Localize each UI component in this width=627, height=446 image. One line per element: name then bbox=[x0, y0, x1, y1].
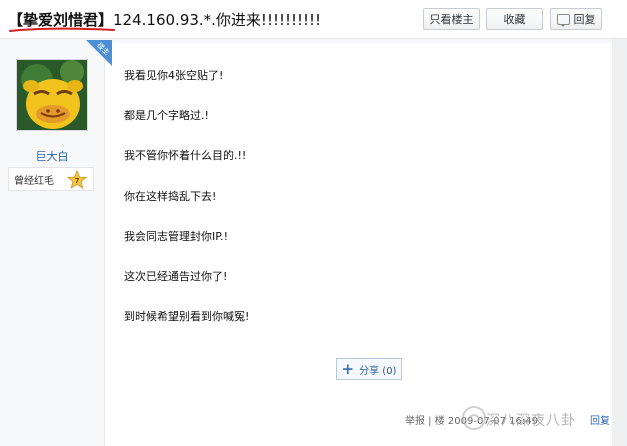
footer-reply-link[interactable]: 回复 bbox=[590, 412, 610, 427]
post-line: 你在这样捣乱下去! bbox=[124, 190, 217, 203]
post-line: 到时候希望别看到你喊冤! bbox=[124, 310, 250, 323]
red-underline-annotation bbox=[9, 27, 115, 32]
only-author-button[interactable]: 只看楼主 bbox=[423, 8, 480, 30]
avatar[interactable] bbox=[16, 59, 88, 131]
post-content-area bbox=[104, 43, 613, 446]
favorite-button[interactable]: 收藏 bbox=[486, 8, 543, 30]
comment-icon bbox=[556, 13, 570, 27]
post-line: 这次已经通告过你了! bbox=[124, 270, 228, 283]
favorite-label: 收藏 bbox=[503, 13, 526, 26]
reply-button[interactable]: 回复 bbox=[550, 8, 602, 30]
plus-icon: + bbox=[341, 359, 355, 378]
thread-header: 【挚爱刘惜君】124.160.93.*.你进来!!!!!!!!!! 只看楼主 收… bbox=[0, 0, 627, 39]
post-line: 我看见你4张空贴了! bbox=[124, 69, 224, 82]
author-title-badge: 曾经红毛 7 bbox=[8, 167, 94, 191]
post-line: 都是几个字略过.! bbox=[124, 109, 209, 122]
yellow-cartoon-avatar-icon bbox=[17, 60, 87, 130]
watermark-text: 深八深夜八卦 bbox=[486, 413, 576, 429]
author-title: 曾经红毛 bbox=[14, 175, 54, 187]
level-star-icon: 7 bbox=[67, 170, 87, 189]
author-username[interactable]: 巨大白 bbox=[0, 148, 104, 164]
post-line: 我会同志管理封你IP.! bbox=[124, 230, 229, 243]
level-number: 7 bbox=[75, 177, 80, 185]
share-button[interactable]: + 分享 (0) bbox=[336, 358, 402, 380]
thread-title-text: 124.160.93.*.你进来!!!!!!!!!! bbox=[113, 11, 322, 29]
only-author-label: 只看楼主 bbox=[429, 13, 474, 26]
reply-label: 回复 bbox=[573, 13, 596, 26]
post-line: 我不管你怀着什么目的.!! bbox=[124, 149, 247, 162]
thread-starter-badge: 楼主 bbox=[86, 40, 112, 66]
tieba-post-page: 【挚爱刘惜君】124.160.93.*.你进来!!!!!!!!!! 只看楼主 收… bbox=[0, 0, 627, 446]
share-label: 分享 (0) bbox=[359, 365, 397, 377]
scrollbar-track[interactable] bbox=[612, 39, 627, 446]
